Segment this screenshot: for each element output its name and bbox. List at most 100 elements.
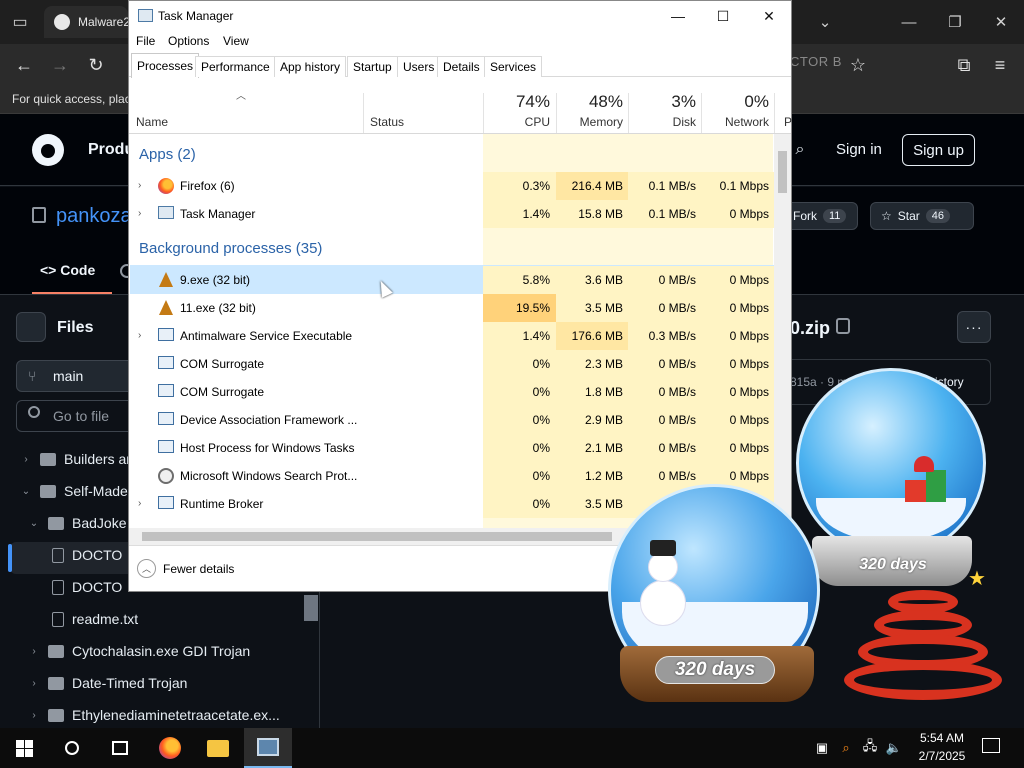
firefox-icon xyxy=(158,178,174,194)
bookmark-star-icon[interactable]: ☆ xyxy=(840,44,876,86)
tab-actions-icon[interactable]: ▭ xyxy=(0,0,40,44)
fork-button[interactable]: Fork 11 xyxy=(782,202,858,230)
tab-details[interactable]: Details xyxy=(437,56,486,77)
tab-services[interactable]: Services xyxy=(484,56,543,77)
column-divider[interactable] xyxy=(774,93,775,133)
vertical-scrollbar[interactable] xyxy=(774,134,791,528)
column-divider[interactable] xyxy=(363,93,364,133)
extensions-icon[interactable]: ⧉ xyxy=(946,44,982,86)
menu-view[interactable]: View xyxy=(223,34,249,48)
maximize-icon[interactable]: ☐ xyxy=(700,1,746,31)
url-bar-text[interactable]: CTOR B xyxy=(790,54,842,76)
tab-list-chevron-icon[interactable]: ⌄ xyxy=(802,0,848,44)
close-icon[interactable]: ✕ xyxy=(746,1,792,31)
chevron-right-icon[interactable]: › xyxy=(138,498,141,509)
file-tree-scrollbar[interactable] xyxy=(304,595,318,621)
browser-minimize-icon[interactable]: — xyxy=(886,0,932,44)
github-logo-icon[interactable] xyxy=(32,134,64,166)
group-background-processes[interactable]: Background processes (35) xyxy=(139,240,322,257)
column-divider[interactable] xyxy=(556,93,557,133)
chevron-right-icon[interactable]: › xyxy=(138,208,141,219)
search-icon xyxy=(65,741,79,755)
chevron-right-icon[interactable]: › xyxy=(138,330,141,341)
volume-icon[interactable]: 🔈 xyxy=(886,740,902,756)
process-cpu: 5.8% xyxy=(522,273,550,287)
tab-performance[interactable]: Performance xyxy=(195,56,276,77)
process-name: 9.exe (32 bit) xyxy=(180,273,251,287)
group-apps[interactable]: Apps (2) xyxy=(139,146,196,163)
chevron-right-icon[interactable]: › xyxy=(138,180,141,191)
column-memory[interactable]: Memory xyxy=(557,115,623,129)
repo-owner-link[interactable]: pankoza xyxy=(56,205,132,228)
chevron-down-icon[interactable]: ⌄ xyxy=(28,518,40,529)
taskbar-search-button[interactable] xyxy=(48,728,96,768)
sign-up-button[interactable]: Sign up xyxy=(902,134,975,166)
start-button[interactable] xyxy=(0,728,48,768)
clock-time[interactable]: 5:54 AM xyxy=(918,731,966,745)
taskbar-file-explorer[interactable] xyxy=(194,728,242,768)
reload-icon[interactable]: ↻ xyxy=(78,44,114,86)
tree-folder[interactable]: › Ethylenediaminetetraacetate.ex... xyxy=(28,699,300,731)
column-divider[interactable] xyxy=(483,93,484,133)
browser-tab[interactable]: Malware2 xyxy=(44,6,128,38)
chevron-right-icon[interactable]: › xyxy=(28,710,40,721)
process-name: Host Process for Windows Tasks xyxy=(180,441,355,455)
tree-item-label: Cytochalasin.exe GDI Trojan xyxy=(72,643,251,659)
process-memory: 176.6 MB xyxy=(571,329,623,343)
minimize-icon[interactable]: — xyxy=(655,1,701,31)
github-favicon-icon xyxy=(54,14,70,30)
task-view-button[interactable] xyxy=(96,728,144,768)
tree-folder[interactable]: › Date-Timed Trojan xyxy=(28,667,300,699)
process-cpu: 19.5% xyxy=(515,301,550,315)
sidebar-collapse-button[interactable] xyxy=(16,312,46,342)
column-divider[interactable] xyxy=(628,93,629,133)
column-cpu[interactable]: CPU xyxy=(485,115,550,129)
browser-close-icon[interactable]: ✕ xyxy=(978,0,1024,44)
column-power-partial[interactable]: P xyxy=(784,115,792,129)
tab-startup[interactable]: Startup xyxy=(347,56,398,77)
forward-arrow-icon[interactable]: → xyxy=(42,44,78,86)
gift-icon xyxy=(926,470,946,502)
service-icon xyxy=(158,356,174,369)
column-divider[interactable] xyxy=(701,93,702,133)
chevron-up-icon[interactable]: ︿ xyxy=(137,559,156,578)
taskbar-task-manager[interactable] xyxy=(244,728,292,768)
tab-processes[interactable]: Processes xyxy=(131,53,200,78)
horizontal-scrollbar-thumb[interactable] xyxy=(142,532,612,541)
firefox-icon xyxy=(159,737,181,759)
vertical-scrollbar-thumb[interactable] xyxy=(778,151,787,193)
column-network[interactable]: Network xyxy=(702,115,769,129)
star-button[interactable]: ☆ Star 46 xyxy=(870,202,974,230)
tree-file[interactable]: readme.txt xyxy=(52,603,300,635)
column-name[interactable]: Name xyxy=(136,115,168,129)
folder-icon xyxy=(207,739,229,757)
process-disk: 0.3 MB/s xyxy=(648,329,696,343)
tray-search-icon[interactable]: ⌕ xyxy=(838,740,854,756)
chevron-right-icon[interactable]: › xyxy=(28,646,40,657)
tray-app-icon[interactable]: ▣ xyxy=(814,740,830,756)
chevron-right-icon[interactable]: › xyxy=(20,454,32,465)
tab-app-history[interactable]: App history xyxy=(274,56,347,77)
back-arrow-icon[interactable]: ← xyxy=(6,44,42,86)
network-icon[interactable]: 🖧 xyxy=(862,738,878,756)
process-memory: 1.8 MB xyxy=(584,385,623,399)
fewer-details-button[interactable]: Fewer details xyxy=(163,562,234,576)
chevron-down-icon[interactable]: ⌄ xyxy=(20,486,32,497)
browser-restore-icon[interactable]: ❐ xyxy=(932,0,978,44)
task-manager-title: Task Manager xyxy=(158,9,234,23)
browser-menu-icon[interactable]: ≡ xyxy=(982,44,1018,86)
taskbar-firefox[interactable] xyxy=(146,728,194,768)
column-disk[interactable]: Disk xyxy=(629,115,696,129)
sign-in-link[interactable]: Sign in xyxy=(836,141,882,158)
chevron-right-icon[interactable]: › xyxy=(28,678,40,689)
copy-path-icon[interactable] xyxy=(836,318,850,334)
more-options-button[interactable]: ··· xyxy=(957,311,991,343)
notifications-icon[interactable] xyxy=(982,738,1000,753)
tree-folder[interactable]: › Cytochalasin.exe GDI Trojan xyxy=(28,635,300,667)
tab-code[interactable]: <> Code xyxy=(40,262,95,278)
column-status[interactable]: Status xyxy=(370,115,404,129)
clock-date[interactable]: 2/7/2025 xyxy=(914,749,970,763)
tab-users[interactable]: Users xyxy=(397,56,441,77)
menu-file[interactable]: File xyxy=(136,34,155,48)
menu-options[interactable]: Options xyxy=(168,34,209,48)
